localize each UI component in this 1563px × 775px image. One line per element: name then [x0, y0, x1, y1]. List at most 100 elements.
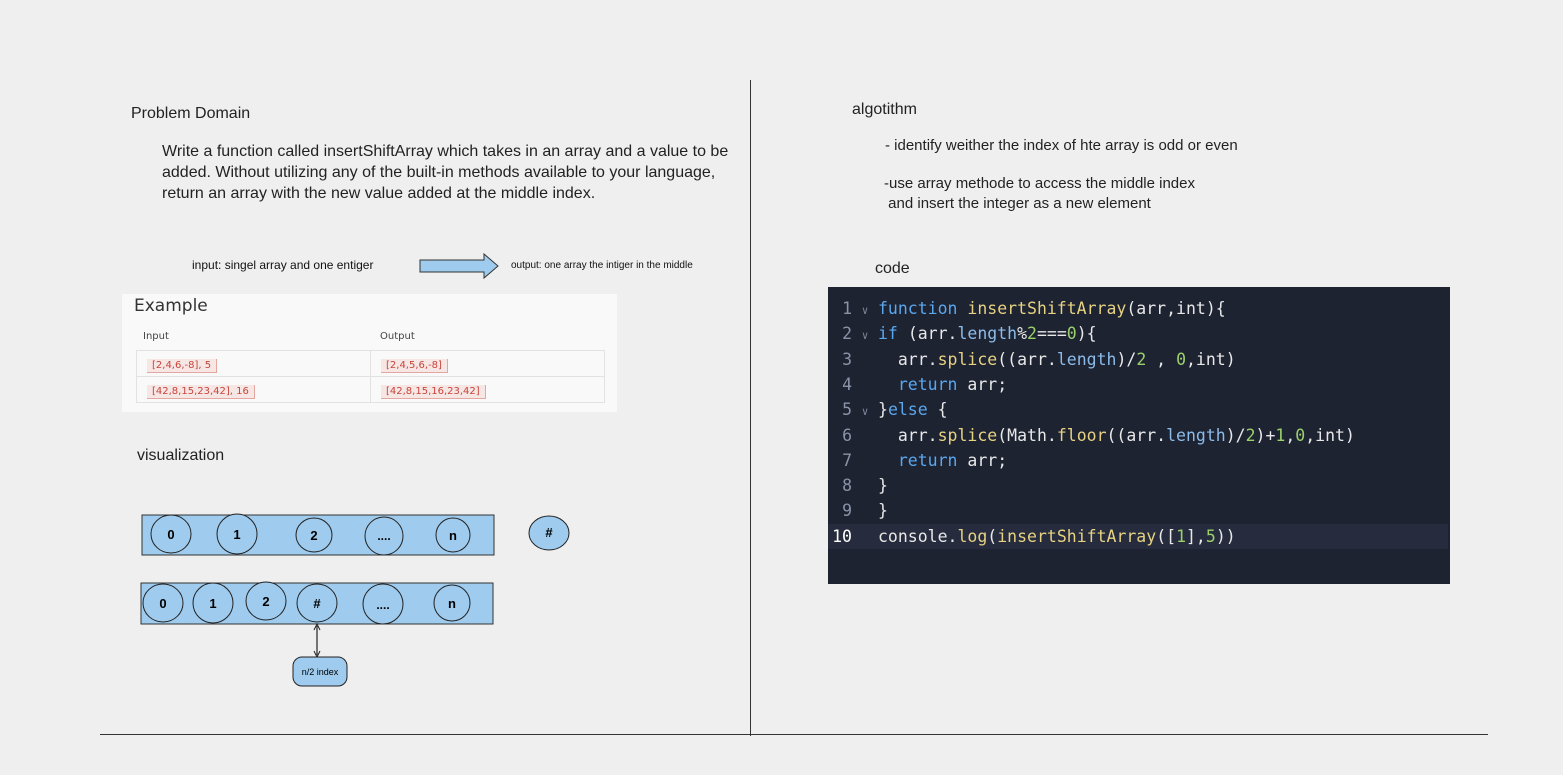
code-line[interactable]: 6 arr.splice(Math.floor((arr.length)/2)+… — [828, 423, 1448, 448]
algorithm-step-2-line-1: -use array methode to access the middle … — [884, 175, 1195, 192]
fold-chevron-icon[interactable]: ∨ — [852, 399, 878, 424]
line-number: 2 — [842, 324, 852, 344]
code-token: arr; — [967, 450, 1008, 470]
code-token: insertShiftArray — [997, 526, 1157, 546]
code-token: 1 — [1275, 425, 1286, 445]
code-token: ){ — [1076, 324, 1097, 344]
code-token: ,int) — [1186, 349, 1236, 369]
line-number: 7 — [842, 450, 852, 470]
code-token: 2 — [1027, 324, 1037, 344]
code-token: splice — [937, 349, 998, 369]
code-token: 2 — [1136, 349, 1147, 369]
code-line[interactable]: 2 ∨ if (arr.length%2===0){ — [828, 321, 1448, 346]
line-number: 8 — [842, 476, 852, 496]
code-token: arr. — [878, 425, 938, 445]
code-token: ( — [987, 526, 998, 546]
double-arrow-icon — [313, 622, 321, 659]
line-number: 9 — [842, 501, 852, 521]
code-token: === — [1036, 324, 1067, 344]
array-item: .... — [377, 529, 390, 543]
array-item: n — [448, 596, 456, 611]
fold-chevron-icon[interactable]: ∨ — [852, 323, 878, 348]
code-token: } — [878, 476, 888, 496]
code-token: 5 — [1205, 526, 1216, 546]
array-item: n — [449, 528, 457, 543]
array-item: 0 — [159, 596, 166, 611]
code-token: console. — [878, 526, 958, 546]
vertical-divider — [750, 80, 751, 736]
horizontal-divider — [100, 734, 1488, 735]
code-token: else — [887, 400, 938, 420]
new-item-label: # — [545, 525, 553, 540]
code-token: 1 — [1176, 526, 1186, 546]
code-token: % — [1017, 324, 1028, 344]
code-token: { — [937, 400, 948, 420]
line-number: 3 — [842, 349, 852, 369]
code-token: length — [1056, 349, 1117, 369]
code-token: if — [878, 324, 908, 344]
code-token: } — [878, 501, 888, 521]
code-token: arr. — [878, 349, 938, 369]
code-token: return — [897, 450, 968, 470]
code-token: 0 — [1066, 324, 1077, 344]
array-item: .... — [376, 598, 389, 612]
algorithm-step-2: -use array methode to access the middle … — [884, 174, 1195, 214]
code-token: ,int) — [1305, 425, 1355, 445]
code-line[interactable]: 8} — [828, 473, 1448, 498]
code-token: )) — [1215, 526, 1236, 546]
code-line[interactable]: 3 arr.splice((arr.length)/2 , 0,int) — [828, 347, 1448, 372]
code-token: floor — [1056, 425, 1107, 445]
line-number: 10 — [832, 526, 852, 546]
code-token: ], — [1186, 526, 1206, 546]
code-token: )/ — [1225, 425, 1246, 445]
code-token: ((arr. — [1106, 425, 1167, 445]
line-number: 1 — [842, 299, 852, 318]
code-token: (arr. — [907, 324, 958, 344]
code-line[interactable]: 4 return arr; — [828, 372, 1448, 397]
algorithm-step-2-line-2: and insert the integer as a new element — [884, 195, 1151, 212]
code-token: )/ — [1116, 349, 1137, 369]
code-token: )+ — [1255, 425, 1276, 445]
code-token: 0 — [1295, 425, 1306, 445]
code-line[interactable]: 7 return arr; — [828, 448, 1448, 473]
array-item: 2 — [262, 594, 269, 609]
code-token: } — [878, 400, 888, 420]
index-label: n/2 index — [302, 667, 339, 677]
code-token: 0 — [1176, 349, 1186, 369]
code-line[interactable]: 10 console.log(insertShiftArray([1],5)) — [828, 523, 1448, 549]
code-editor[interactable]: 1 ∨ function insertShiftArray(arr,int){2 ∨ i… — [828, 287, 1450, 584]
code-token: insertShiftArray — [967, 299, 1127, 318]
algorithm-heading: algotithm — [852, 101, 917, 118]
code-token: , — [1285, 425, 1296, 445]
code-token: arr; — [967, 374, 1008, 394]
code-token: length — [957, 324, 1018, 344]
code-token: length — [1166, 425, 1226, 445]
code-token: function — [878, 299, 968, 318]
code-token: (Math. — [997, 425, 1057, 445]
line-number: 6 — [842, 425, 852, 445]
fold-chevron-icon[interactable]: ∨ — [852, 298, 878, 323]
array-item: # — [313, 596, 321, 611]
code-token: , — [1146, 349, 1177, 369]
code-token: splice — [937, 425, 998, 445]
array-item: 1 — [209, 596, 216, 611]
array-item: 1 — [233, 527, 240, 542]
code-token: 2 — [1245, 425, 1256, 445]
array-item: 0 — [167, 527, 174, 542]
code-token: (arr,int){ — [1126, 299, 1226, 318]
visualization-diagram: 0 1 2 .... n # 0 1 2 # .... n n/2 index — [140, 513, 570, 687]
code-line[interactable]: 1 ∨ function insertShiftArray(arr,int){ — [828, 296, 1448, 321]
array-item: 2 — [310, 528, 317, 543]
algorithm-step-1: - identify weither the index of hte arra… — [885, 137, 1238, 154]
code-line[interactable]: 5 ∨}else { — [828, 397, 1448, 422]
line-number: 5 — [842, 400, 852, 420]
code-token: return — [897, 374, 968, 394]
code-token: ([ — [1156, 526, 1177, 546]
code-token: log — [957, 526, 988, 546]
code-line[interactable]: 9} — [828, 498, 1448, 523]
line-number: 4 — [842, 374, 852, 394]
code-heading: code — [875, 260, 910, 277]
code-token: ((arr. — [997, 349, 1057, 369]
